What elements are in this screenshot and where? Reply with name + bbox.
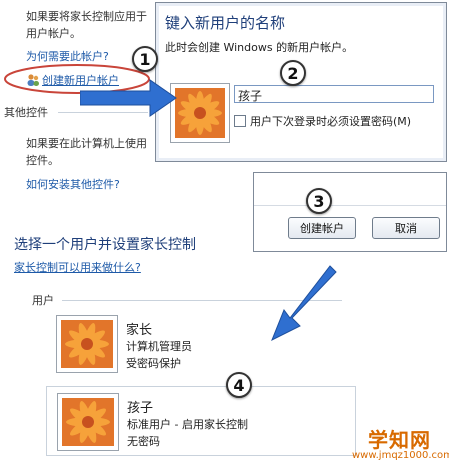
other-controls-heading: 其他控件 [4,106,48,119]
other-text-line2: 控件。 [26,154,59,167]
dialog-subtitle: 此时会创建 Windows 的新用户帐户。 [165,41,354,54]
dialog-title: 键入新用户的名称 [165,14,286,32]
bg-text-line2: 用户帐户。 [26,27,81,40]
dialog-buttons-panel: 创建帐户 取消 [253,172,447,252]
child-role: 标准用户 - 启用家长控制 [127,418,248,431]
cancel-button[interactable]: 取消 [372,217,440,239]
user-card-parent[interactable]: 家长 计算机管理员 受密码保护 [56,315,316,377]
step-badge-2: 2 [280,60,306,86]
bg-text-line1: 如果要将家长控制应用于 [26,10,147,23]
flower-avatar-icon [61,320,113,368]
step-badge-3: 3 [306,188,332,214]
parent-avatar [56,315,118,373]
flower-avatar-icon [175,88,225,138]
username-input[interactable]: 孩子 [234,85,434,103]
flower-avatar-icon [62,398,114,446]
child-avatar [57,393,119,451]
section-title: 选择一个用户并设置家长控制 [14,237,196,253]
must-set-password-row[interactable]: 用户下次登录时必须设置密码(M) [234,113,411,129]
username-value: 孩子 [238,89,263,103]
other-text-line1: 如果要在此计算机上使用 [26,137,147,150]
parent-role: 计算机管理员 [126,340,192,353]
watermark-logo: 学知网 [368,428,431,452]
arrow-right-icon [80,79,177,117]
create-account-button[interactable]: 创建帐户 [288,217,356,239]
parent-status: 受密码保护 [126,357,181,370]
parental-controls-help-link[interactable]: 家长控制可以用来做什么? [14,259,141,275]
step-badge-1: 1 [132,46,158,72]
must-set-password-checkbox[interactable] [234,115,246,127]
user-card-child[interactable]: 孩子 标准用户 - 启用家长控制 无密码 [46,386,356,456]
child-name: 孩子 [127,401,154,416]
how-install-controls-link[interactable]: 如何安装其他控件? [26,176,120,192]
panel-divider [254,205,446,206]
step-badge-4: 4 [226,372,252,398]
must-set-password-label: 用户下次登录时必须设置密码(M) [250,115,412,128]
parent-name: 家长 [126,323,153,338]
users-label: 用户 [32,294,54,307]
child-status: 无密码 [127,435,160,448]
watermark-url: www.jmqz1000.com [352,450,449,461]
